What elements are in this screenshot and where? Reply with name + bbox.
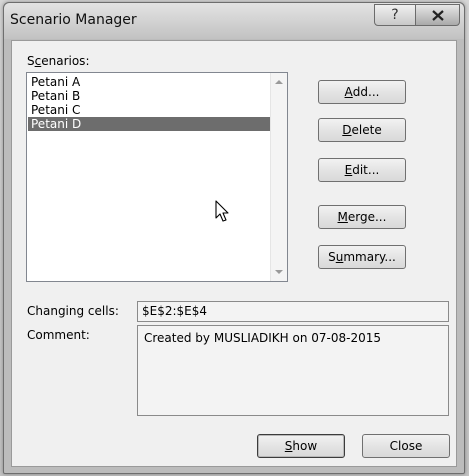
dialog-body: Scenarios: Petani A Petani B Petani C Pe… (11, 40, 457, 467)
close-window-button[interactable] (415, 4, 460, 26)
dialog-title: Scenario Manager (10, 12, 137, 28)
list-item-petani-a[interactable]: Petani A (28, 75, 272, 89)
merge-button[interactable]: Merge... (318, 205, 406, 229)
edit-button[interactable]: Edit... (318, 158, 406, 182)
title-bar[interactable]: Scenario Manager ? (4, 3, 464, 39)
list-item-petani-d[interactable]: Petani D (28, 117, 272, 131)
scroll-up-icon[interactable] (275, 80, 283, 84)
list-item-petani-b[interactable]: Petani B (28, 89, 272, 103)
delete-button[interactable]: Delete (318, 118, 406, 142)
scenarios-label: Scenarios: (27, 54, 90, 68)
scroll-down-icon[interactable] (275, 270, 283, 274)
scenario-manager-dialog: Scenario Manager ? Scenarios: Petani A P… (3, 2, 465, 474)
list-item-petani-c[interactable]: Petani C (28, 103, 272, 117)
listbox-scrollbar[interactable] (270, 73, 287, 281)
mouse-pointer-icon (215, 200, 229, 222)
changing-cells-label: Changing cells: (27, 304, 119, 318)
add-button[interactable]: Add... (318, 80, 406, 104)
comment-box: Created by MUSLIADIKH on 07-08-2015 (137, 325, 449, 416)
summary-button[interactable]: Su mmary... (318, 245, 406, 269)
help-button[interactable]: ? (374, 4, 416, 26)
comment-label: Comment: (27, 328, 90, 342)
help-icon: ? (391, 7, 399, 23)
show-button[interactable]: Show (257, 434, 345, 458)
close-icon (431, 9, 444, 21)
scenarios-listbox[interactable]: Petani A Petani B Petani C Petani D (26, 72, 288, 282)
changing-cells-value: $E$2:$E$4 (137, 301, 449, 322)
close-button[interactable]: Close (362, 434, 450, 458)
